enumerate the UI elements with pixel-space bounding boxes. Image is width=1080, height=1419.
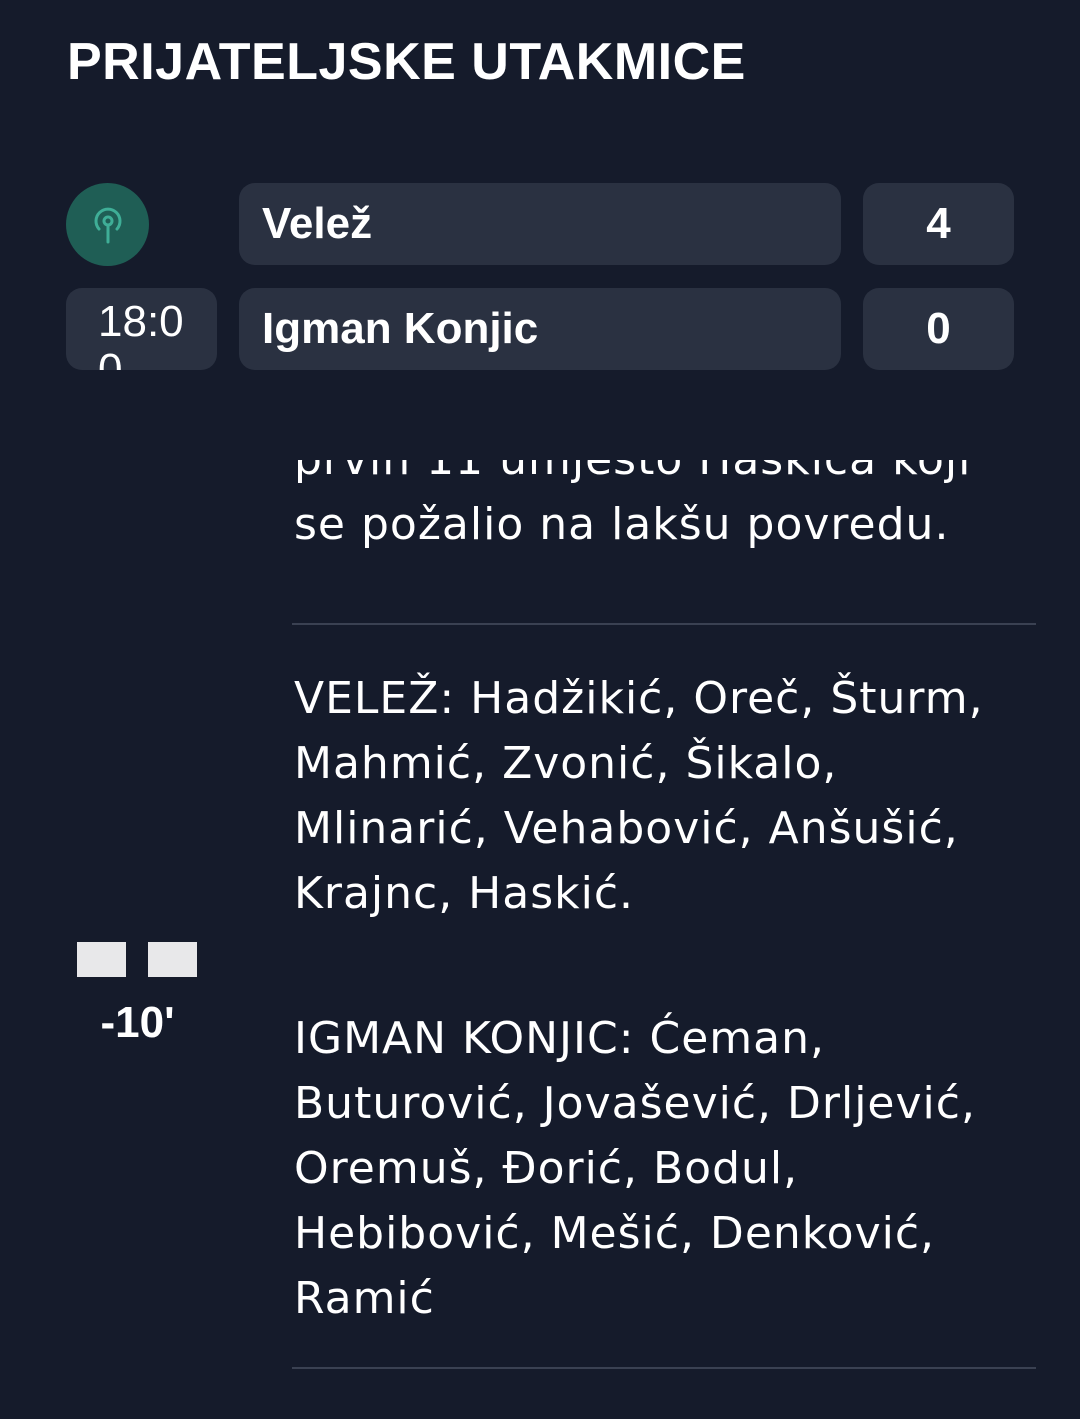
away-team[interactable]: Igman Konjic xyxy=(239,288,841,370)
divider xyxy=(292,1367,1036,1369)
lineup-away: IGMAN KONJIC: Ćeman, Buturović, Jovaševi… xyxy=(294,1013,976,1324)
home-score: 4 xyxy=(863,183,1014,265)
commentary-text: prvih 11 umjesto Haskića koji se požalio… xyxy=(294,460,970,550)
match-time-box: 18:00 xyxy=(66,288,217,370)
away-score-value: 0 xyxy=(926,304,951,353)
home-team[interactable]: Velež xyxy=(239,183,841,265)
home-team-name: Velež xyxy=(262,199,373,248)
lineup-icon xyxy=(77,942,197,977)
match-time: 18:00 xyxy=(98,297,184,371)
live-badge[interactable] xyxy=(66,183,149,266)
divider xyxy=(292,623,1036,625)
event-minute: -10' xyxy=(100,998,175,1047)
lineup-block-icon xyxy=(148,942,197,977)
home-score-value: 4 xyxy=(926,199,951,248)
lineup-home: VELEŽ: Hadžikić, Oreč, Šturm, Mahmić, Zv… xyxy=(294,673,984,919)
away-team-name: Igman Konjic xyxy=(262,304,539,353)
commentary-feed[interactable]: prvih 11 umjesto Haskića koji se požalio… xyxy=(0,460,1080,1419)
match-page: PRIJATELJSKE UTAKMICE 18:00 Velež 4 Igma… xyxy=(0,0,1080,1419)
away-score: 0 xyxy=(863,288,1014,370)
lineup-block-icon xyxy=(77,942,126,977)
broadcast-icon xyxy=(94,207,121,243)
page-title: PRIJATELJSKE UTAKMICE xyxy=(67,33,746,91)
